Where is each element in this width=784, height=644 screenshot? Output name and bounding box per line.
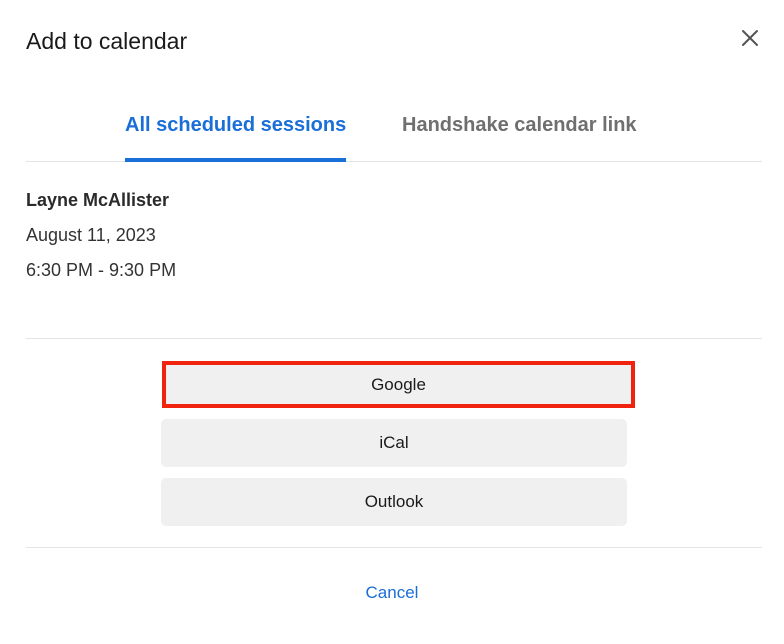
- session-details: Layne McAllister August 11, 2023 6:30 PM…: [26, 186, 176, 284]
- cancel-button[interactable]: Cancel: [366, 583, 419, 602]
- cancel-link-row: Cancel: [0, 580, 784, 606]
- close-icon: [742, 30, 758, 46]
- session-time: 6:30 PM - 9:30 PM: [26, 260, 177, 280]
- add-to-calendar-dialog: Add to calendar All scheduled sessions H…: [0, 0, 784, 644]
- tab-handshake-calendar-link[interactable]: Handshake calendar link: [402, 110, 637, 140]
- dialog-title: Add to calendar: [26, 28, 188, 54]
- close-button[interactable]: [736, 24, 764, 52]
- tab-all-scheduled-sessions[interactable]: All scheduled sessions: [125, 110, 347, 162]
- outlook-button[interactable]: Outlook: [161, 478, 627, 526]
- divider-bottom: [26, 547, 762, 548]
- google-calendar-button[interactable]: Google: [162, 361, 635, 408]
- session-date: August 11, 2023: [26, 225, 156, 245]
- divider-top: [26, 338, 762, 339]
- session-name: Layne McAllister: [26, 190, 170, 210]
- ical-button[interactable]: iCal: [161, 419, 627, 467]
- calendar-tabs: All scheduled sessions Handshake calenda…: [26, 96, 762, 162]
